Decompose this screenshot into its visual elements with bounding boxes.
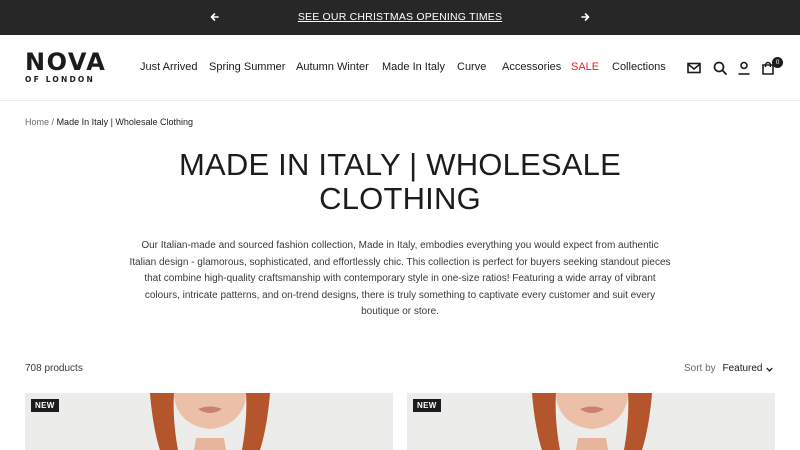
account-icon[interactable] (736, 60, 752, 76)
page-title: MADE IN ITALY | WHOLESALE CLOTHING (179, 147, 621, 216)
sort-dropdown[interactable]: Sort by Featured (684, 363, 773, 374)
new-badge: NEW (413, 399, 441, 412)
nav-spring-summer[interactable]: Spring Summer (209, 61, 285, 73)
nav-collections[interactable]: Collections (612, 61, 666, 73)
logo-sub: OF LONDON (25, 75, 95, 84)
nav-autumn-winter[interactable]: Autumn Winter (296, 61, 369, 73)
search-icon[interactable] (712, 60, 728, 76)
breadcrumb-home[interactable]: Home (25, 117, 49, 127)
product-count: 708 products (25, 363, 83, 374)
logo-brand: NOVA (25, 48, 107, 76)
product-image[interactable] (512, 393, 672, 450)
cart-count-badge: 0 (772, 57, 783, 68)
collection-description: Our Italian-made and sourced fashion col… (129, 240, 671, 317)
sort-value[interactable]: Featured (722, 363, 762, 374)
product-image[interactable] (130, 393, 290, 450)
product-card[interactable]: NEW (407, 393, 775, 450)
mail-icon[interactable] (686, 60, 702, 76)
breadcrumb-separator: / (51, 117, 55, 127)
site-header: NOVA OF LONDON Just Arrived Spring Summe… (0, 35, 800, 101)
new-badge: NEW (31, 399, 59, 412)
arrow-right-icon[interactable] (577, 9, 593, 25)
nav-curve[interactable]: Curve (457, 61, 486, 73)
announcement-bar: SEE OUR CHRISTMAS OPENING TIMES (0, 0, 800, 35)
nav-just-arrived[interactable]: Just Arrived (140, 61, 197, 73)
breadcrumb-current: Made In Italy | Wholesale Clothing (56, 117, 193, 127)
logo[interactable]: NOVA OF LONDON (25, 50, 115, 85)
chevron-down-icon (766, 367, 773, 372)
nav-accessories[interactable]: Accessories (502, 61, 561, 73)
announcement-link[interactable]: SEE OUR CHRISTMAS OPENING TIMES (0, 11, 800, 23)
breadcrumb: Home / Made In Italy | Wholesale Clothin… (25, 117, 193, 127)
sort-label: Sort by (684, 363, 716, 374)
nav-sale[interactable]: SALE (571, 61, 599, 73)
nav-made-in-italy[interactable]: Made In Italy (382, 61, 445, 73)
product-card[interactable]: NEW (25, 393, 393, 450)
